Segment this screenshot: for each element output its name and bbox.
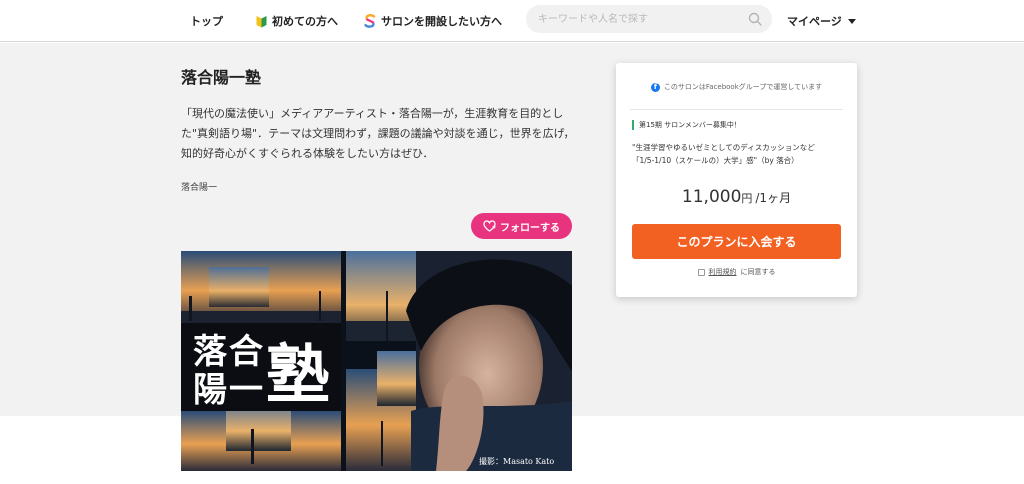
hero-photo-credit: 撮影：Masato Kato — [479, 456, 554, 466]
site-header: トップ 初めての方へ サロンを開設したい方へ マイページ — [0, 0, 1024, 42]
heart-plus-icon — [483, 220, 496, 232]
search-box — [526, 5, 772, 33]
follow-label: フォローする — [500, 222, 560, 234]
hero-title-char-4: 一 — [229, 370, 263, 410]
nav-open-salon-link[interactable]: サロンを開設したい方へ — [364, 13, 502, 29]
facebook-note-text: このサロンはFacebookグループで運営しています — [663, 83, 823, 91]
hero-title-char-2: 合 — [229, 332, 263, 372]
mypage-label: マイページ — [787, 15, 842, 28]
nav-beginner-link[interactable]: 初めての方へ — [256, 13, 338, 29]
salon-logo-icon — [364, 14, 376, 28]
price-currency: 円 — [741, 192, 753, 205]
salon-owner-name[interactable]: 落合陽一 — [181, 180, 217, 193]
hero-title-char-big: 塾 — [266, 338, 330, 413]
nav-open-salon-label: サロンを開設したい方へ — [381, 15, 502, 28]
chevron-down-icon — [847, 18, 856, 24]
terms-suffix: に同意する — [740, 268, 776, 276]
facebook-note: f このサロンはFacebookグループで運営しています — [616, 82, 857, 92]
mypage-menu[interactable]: マイページ — [787, 13, 856, 29]
plan-card: f このサロンはFacebookグループで運営しています 第15期 サロンメンバ… — [616, 63, 857, 297]
follow-button[interactable]: フォローする — [471, 213, 572, 239]
nav-beginner-label: 初めての方へ — [272, 15, 338, 28]
beginner-mark-icon — [256, 15, 267, 27]
plan-price: 11,000円/1ヶ月 — [616, 187, 857, 207]
join-plan-label: このプランに入会する — [676, 235, 797, 249]
recruit-label: 第15期 サロンメンバー募集中！ — [632, 120, 741, 130]
salon-hero-image: 落 合 陽 一 塾 撮影：Masato Kato — [181, 251, 572, 471]
plan-description-line-1: "生涯学習やゆるいゼミとしてのディスカッションなど — [632, 143, 815, 152]
nav-top-link[interactable]: トップ — [190, 13, 223, 29]
hero-artwork: 落 合 陽 一 塾 撮影：Masato Kato — [181, 251, 572, 471]
salon-title: 落合陽一塾 — [181, 68, 262, 87]
search-input[interactable] — [526, 5, 736, 33]
terms-checkbox[interactable] — [697, 268, 705, 276]
price-period: /1ヶ月 — [755, 191, 792, 205]
terms-agreement: 利用規約 に同意する — [616, 267, 857, 277]
hero-title-char-3: 陽 — [193, 370, 227, 410]
price-amount: 11,000 — [681, 187, 742, 207]
terms-link[interactable]: 利用規約 — [709, 267, 737, 277]
plan-description: "生涯学習やゆるいゼミとしてのディスカッションなど 「1/5-1/10（スケール… — [632, 141, 847, 167]
search-icon[interactable] — [748, 12, 762, 26]
join-plan-button[interactable]: このプランに入会する — [632, 224, 841, 259]
facebook-icon: f — [650, 82, 660, 92]
plan-description-line-2: 「1/5-1/10（スケールの）大学」感"（by 落合） — [632, 156, 799, 165]
salon-description: 「現代の魔法使い」メディアアーティスト・落合陽一が，生涯教育を目的とした"真剣語… — [181, 107, 575, 160]
card-divider — [630, 109, 843, 110]
hero-title-char-1: 落 — [193, 332, 228, 372]
nav-top-label: トップ — [190, 15, 223, 28]
